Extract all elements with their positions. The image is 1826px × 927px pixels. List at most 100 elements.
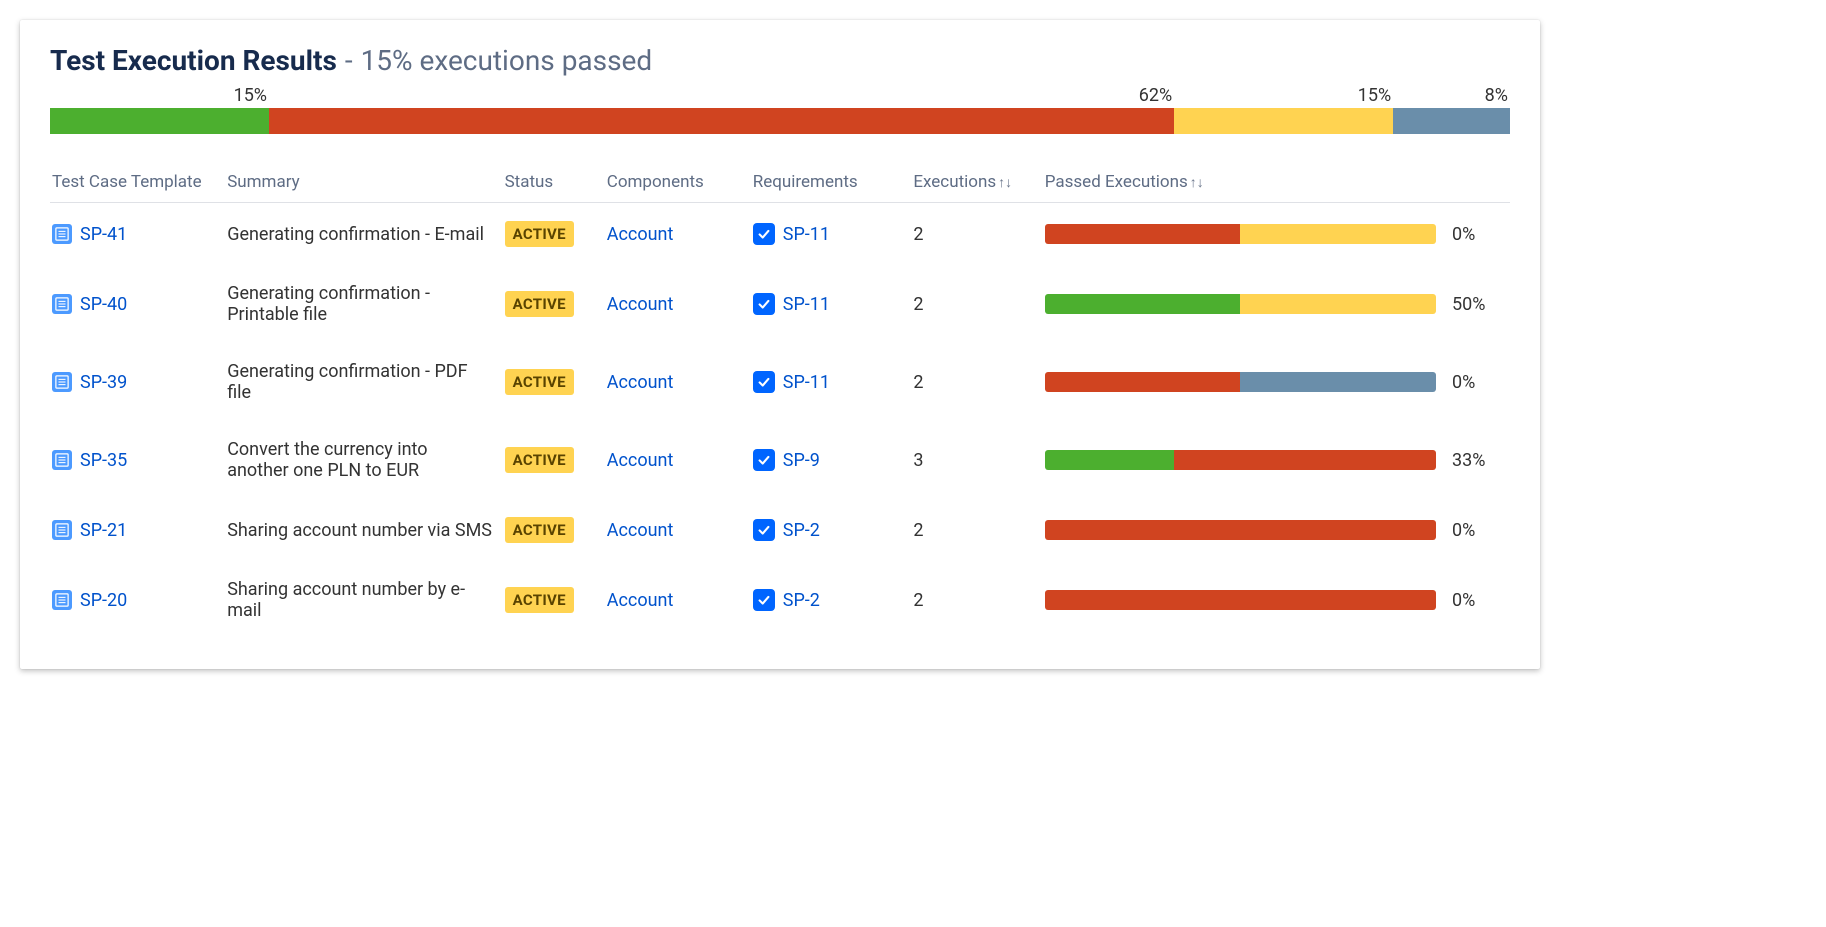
executions-cell: 3 bbox=[911, 421, 1042, 499]
requirement-link[interactable]: SP-11 bbox=[783, 372, 830, 393]
requirement-icon bbox=[753, 519, 775, 541]
status-badge: ACTIVE bbox=[505, 221, 574, 247]
col-header-executions[interactable]: Executions↑↓ bbox=[911, 164, 1042, 203]
col-header-summary[interactable]: Summary bbox=[225, 164, 502, 203]
test-template-link[interactable]: SP-35 bbox=[80, 450, 127, 471]
exec-bar-segment bbox=[1045, 294, 1241, 314]
requirement-icon bbox=[753, 449, 775, 471]
requirement-icon bbox=[753, 371, 775, 393]
exec-bar-segment bbox=[1045, 372, 1241, 392]
exec-bar-segment bbox=[1045, 450, 1174, 470]
summary-segment-label: 15% bbox=[50, 85, 269, 106]
passed-pct: 0% bbox=[1452, 590, 1500, 611]
exec-bar-segment bbox=[1240, 224, 1436, 244]
summary-bar bbox=[50, 108, 1510, 134]
status-badge: ACTIVE bbox=[505, 517, 574, 543]
exec-bar bbox=[1045, 224, 1436, 244]
exec-bar-segment bbox=[1240, 294, 1436, 314]
summary-segment bbox=[50, 108, 269, 134]
col-header-status[interactable]: Status bbox=[503, 164, 605, 203]
requirement-link[interactable]: SP-11 bbox=[783, 224, 830, 245]
results-table: Test Case Template Summary Status Compon… bbox=[50, 164, 1510, 639]
title-separator: - bbox=[345, 44, 353, 77]
test-template-icon bbox=[52, 590, 72, 610]
test-template-icon bbox=[52, 520, 72, 540]
summary-segment bbox=[1393, 108, 1510, 134]
component-link[interactable]: Account bbox=[607, 520, 674, 541]
requirement-link[interactable]: SP-2 bbox=[783, 590, 820, 611]
passed-pct: 50% bbox=[1452, 294, 1500, 315]
exec-bar-segment bbox=[1045, 520, 1436, 540]
summary-cell: Sharing account number via SMS bbox=[225, 499, 502, 561]
requirement-icon bbox=[753, 223, 775, 245]
page-subtitle: 15% executions passed bbox=[361, 44, 653, 77]
component-link[interactable]: Account bbox=[607, 294, 674, 315]
status-badge: ACTIVE bbox=[505, 369, 574, 395]
summary-segment-label: 62% bbox=[269, 85, 1174, 106]
summary-segment-label: 8% bbox=[1393, 85, 1510, 106]
col-header-components[interactable]: Components bbox=[605, 164, 751, 203]
table-row: SP-20 Sharing account number by e-mailACT… bbox=[50, 561, 1510, 639]
test-template-link[interactable]: SP-20 bbox=[80, 590, 127, 611]
passed-pct: 0% bbox=[1452, 224, 1500, 245]
exec-bar-segment bbox=[1174, 450, 1436, 470]
summary-cell: Convert the currency into another one PL… bbox=[225, 421, 502, 499]
table-row: SP-21 Sharing account number via SMSACTIV… bbox=[50, 499, 1510, 561]
requirement-icon bbox=[753, 293, 775, 315]
test-template-link[interactable]: SP-21 bbox=[80, 520, 127, 541]
test-template-link[interactable]: SP-39 bbox=[80, 372, 127, 393]
summary-segment-label: 15% bbox=[1174, 85, 1393, 106]
exec-bar bbox=[1045, 372, 1436, 392]
requirement-icon bbox=[753, 589, 775, 611]
component-link[interactable]: Account bbox=[607, 590, 674, 611]
col-header-requirements[interactable]: Requirements bbox=[751, 164, 912, 203]
summary-segment bbox=[269, 108, 1174, 134]
col-header-passed-label: Passed Executions bbox=[1045, 172, 1188, 192]
test-template-link[interactable]: SP-41 bbox=[80, 224, 127, 245]
status-badge: ACTIVE bbox=[505, 587, 574, 613]
passed-pct: 0% bbox=[1452, 520, 1500, 541]
executions-cell: 2 bbox=[911, 499, 1042, 561]
passed-pct: 33% bbox=[1452, 450, 1500, 471]
test-template-icon bbox=[52, 224, 72, 244]
page-title-row: Test Execution Results - 15% executions … bbox=[50, 44, 1510, 77]
sort-icon[interactable]: ↑↓ bbox=[1190, 174, 1204, 191]
summary-bar-labels: 15%62%15%8% bbox=[50, 85, 1510, 106]
test-template-icon bbox=[52, 294, 72, 314]
sort-icon[interactable]: ↑↓ bbox=[998, 174, 1012, 191]
col-header-passed[interactable]: Passed Executions↑↓ bbox=[1043, 164, 1510, 203]
executions-cell: 2 bbox=[911, 203, 1042, 266]
passed-pct: 0% bbox=[1452, 372, 1500, 393]
component-link[interactable]: Account bbox=[607, 224, 674, 245]
table-row: SP-39Generating confirmation - PDF fileA… bbox=[50, 343, 1510, 421]
test-template-link[interactable]: SP-40 bbox=[80, 294, 127, 315]
executions-cell: 2 bbox=[911, 265, 1042, 343]
test-template-icon bbox=[52, 372, 72, 392]
col-header-template[interactable]: Test Case Template bbox=[50, 164, 225, 203]
test-template-icon bbox=[52, 450, 72, 470]
exec-bar bbox=[1045, 294, 1436, 314]
exec-bar-segment bbox=[1045, 590, 1436, 610]
summary-cell: Generating confirmation - PDF file bbox=[225, 343, 502, 421]
requirement-link[interactable]: SP-9 bbox=[783, 450, 820, 471]
summary-segment bbox=[1174, 108, 1393, 134]
component-link[interactable]: Account bbox=[607, 450, 674, 471]
status-badge: ACTIVE bbox=[505, 291, 574, 317]
summary-cell: Generating confirmation - Printable file bbox=[225, 265, 502, 343]
table-row: SP-40 Generating confirmation - Printable… bbox=[50, 265, 1510, 343]
exec-bar bbox=[1045, 520, 1436, 540]
summary-bar-wrap: 15%62%15%8% bbox=[50, 85, 1510, 134]
exec-bar bbox=[1045, 450, 1436, 470]
executions-cell: 2 bbox=[911, 343, 1042, 421]
component-link[interactable]: Account bbox=[607, 372, 674, 393]
table-row: SP-35 Convert the currency into another o… bbox=[50, 421, 1510, 499]
page-title: Test Execution Results bbox=[50, 44, 337, 77]
status-badge: ACTIVE bbox=[505, 447, 574, 473]
results-card: Test Execution Results - 15% executions … bbox=[20, 20, 1540, 669]
summary-cell: Sharing account number by e-mail bbox=[225, 561, 502, 639]
executions-cell: 2 bbox=[911, 561, 1042, 639]
exec-bar-segment bbox=[1240, 372, 1436, 392]
requirement-link[interactable]: SP-2 bbox=[783, 520, 820, 541]
requirement-link[interactable]: SP-11 bbox=[783, 294, 830, 315]
col-header-executions-label: Executions bbox=[913, 172, 996, 192]
